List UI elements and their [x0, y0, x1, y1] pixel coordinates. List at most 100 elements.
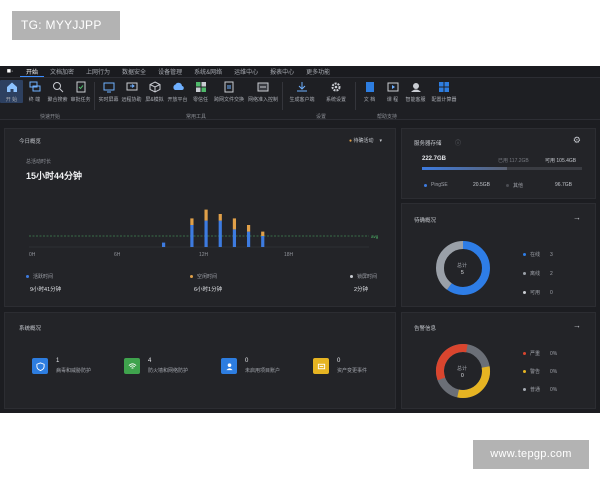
arrow-right-icon[interactable]: → — [573, 213, 581, 222]
cross-net-file-button[interactable]: 跨网文件交换 — [212, 80, 246, 103]
pending-center-label: 总计 — [457, 263, 468, 269]
storage-progress-track — [422, 167, 582, 170]
storage-total: 222.7GB — [422, 156, 447, 162]
menu-more[interactable]: 更多功能 — [300, 67, 336, 76]
alerts-warning-name: 警告 — [530, 369, 541, 375]
legend-idle-value: 6小时1分钟 — [194, 287, 223, 293]
alerts-critical-name: 严重 — [530, 351, 541, 357]
today-overview-panel: 今日概览 ● 待确活动 ▾ 总活动时长 15小时44分钟 avg 0H 6H 12H 18… — [4, 128, 396, 307]
gear-icon — [329, 80, 343, 94]
menu-bar: ■· 开始 文档加密 上网行为 数据安全 设备管理 系统&网络 运维中心 报表中… — [0, 66, 600, 78]
menu-system-network[interactable]: 系统&网络 — [188, 67, 228, 76]
legend-locked-name: 锁屏时间 — [357, 274, 378, 280]
book-icon — [363, 80, 377, 94]
kpi-accounts[interactable]: 0 未启用项目账户 — [221, 358, 280, 374]
kpi-virus-value: 1 — [56, 358, 60, 364]
alerts-warning: 警告 0% — [523, 368, 557, 375]
headset-icon — [409, 80, 423, 94]
zero-trust-button[interactable]: 零信任 — [189, 80, 212, 103]
calculator-icon — [437, 80, 451, 94]
wifi-icon — [124, 358, 140, 374]
pending-overview-panel: 待确概况 → 总计 5 在线 3 离线 2 可用 0 — [401, 203, 596, 307]
menu-ops-center[interactable]: 运维中心 — [228, 67, 264, 76]
live-screen-button[interactable]: 实时屏幕 — [97, 80, 120, 103]
storage-other-name: 其他 — [513, 183, 524, 189]
approval-tasks-button[interactable]: 审批任务 — [69, 80, 92, 103]
legend-idle-swatch — [190, 275, 193, 278]
open-platform-button[interactable]: 开放平台 — [166, 80, 189, 103]
menu-internet-behavior[interactable]: 上网行为 — [80, 67, 116, 76]
gear-icon[interactable]: ⚙ — [573, 135, 581, 146]
zero-trust-label: 零信任 — [192, 97, 208, 103]
group-help: 帮助支持 — [377, 114, 398, 120]
legend-idle: 空闲时间 — [190, 273, 217, 280]
group-common-tools: 常用工具 — [186, 114, 207, 120]
pending-online-name: 在线 — [530, 252, 541, 258]
legend-locked-swatch — [350, 275, 353, 278]
arrow-right-icon[interactable]: → — [573, 321, 581, 330]
kpi-asset-changes[interactable]: 0 资产变更事件 — [313, 358, 367, 374]
terminal-button[interactable]: 终 端 — [23, 80, 46, 103]
screen-simulation-label: 屏&模拟 — [145, 97, 164, 103]
alerts-critical: 严重 0% — [523, 350, 557, 357]
alerts-warning-value: 0% — [550, 368, 558, 375]
shield-icon — [32, 358, 48, 374]
aggregate-search-button[interactable]: 聚合搜索 — [46, 80, 69, 103]
menu-device-management[interactable]: 设备管理 — [152, 67, 188, 76]
watermark-bottom: www.tepgp.com — [473, 440, 589, 469]
total-activity-value: 15小时44分钟 — [26, 171, 83, 181]
pending-online-swatch — [523, 253, 526, 256]
legend-active-name: 活跃时间 — [33, 274, 54, 280]
pending-available-value: 0 — [550, 289, 553, 296]
chart-bar-idle — [232, 218, 237, 230]
screen-simulation-button[interactable]: 屏&模拟 — [143, 80, 166, 103]
remote-assist-button[interactable]: 远程协助 — [120, 80, 143, 103]
start-button[interactable]: 开 始 — [0, 80, 23, 103]
alerts-normal-swatch — [523, 388, 526, 391]
kpi-firewall[interactable]: 4 防火墙和网络防护 — [124, 358, 188, 374]
chart-bar-active — [218, 220, 222, 247]
support-label: 智能客服 — [405, 97, 426, 103]
docs-button[interactable]: 文 档 — [358, 80, 381, 103]
today-filter-dropdown[interactable]: ● 待确活动 ▾ — [349, 137, 382, 144]
support-button[interactable]: 智能客服 — [404, 80, 427, 103]
network-access-button[interactable]: 网络准入控制 — [246, 80, 280, 103]
pending-offline-name: 离线 — [530, 271, 541, 277]
pending-offline-swatch — [523, 272, 526, 275]
menu-report-center[interactable]: 报表中心 — [264, 67, 300, 76]
storage-item-pingse: PingSE — [424, 182, 448, 188]
menu-start[interactable]: 开始 — [20, 67, 45, 77]
app-logo: ■· — [6, 68, 14, 75]
ribbon-divider — [94, 82, 95, 110]
chart-x-tick: 18H — [284, 252, 294, 258]
pending-title: 待确概况 — [414, 218, 437, 224]
activity-bar-chart: avg 0H 6H 12H 18H — [29, 209, 379, 258]
system-overview-panel: 系统概况 1 病毒和威胁防护 4 防火墙和网络防护 0 未启用项目账户 0 资产变更事件 — [4, 312, 396, 409]
kpi-accounts-label: 未启用项目账户 — [245, 368, 281, 374]
pending-offline: 离线 2 — [523, 270, 553, 277]
courses-button[interactable]: 课 程 — [381, 80, 404, 103]
chart-bar-idle — [218, 214, 222, 221]
generate-client-button[interactable]: 生成客户端 — [285, 80, 319, 103]
group-settings: 设置 — [316, 114, 327, 120]
alerts-normal: 普通 0% — [523, 386, 557, 393]
legend-active: 活跃时间 — [26, 273, 53, 280]
menu-doc-encrypt[interactable]: 文档加密 — [44, 67, 80, 76]
storage-progress-fill — [422, 167, 507, 170]
system-settings-button[interactable]: 系统设置 — [319, 80, 353, 103]
kpi-virus-protection[interactable]: 1 病毒和威胁防护 — [32, 358, 91, 374]
config-calculator-button[interactable]: 配置计算器 — [427, 80, 461, 103]
legend-idle-name: 空闲时间 — [197, 274, 218, 280]
today-filter-label: 待确活动 — [353, 138, 374, 144]
course-icon — [386, 80, 400, 94]
open-platform-label: 开放平台 — [167, 97, 188, 103]
menu-data-security[interactable]: 数据安全 — [116, 67, 152, 76]
kpi-accounts-value: 0 — [245, 358, 249, 364]
chart-bar-idle — [246, 225, 251, 232]
pending-available-swatch — [523, 291, 526, 294]
pending-available-name: 可用 — [530, 290, 541, 296]
storage-item-other: 其他 — [506, 182, 523, 189]
alerts-center-label: 总计 — [457, 366, 468, 372]
remote-icon — [125, 80, 139, 94]
search-icon — [51, 80, 65, 94]
